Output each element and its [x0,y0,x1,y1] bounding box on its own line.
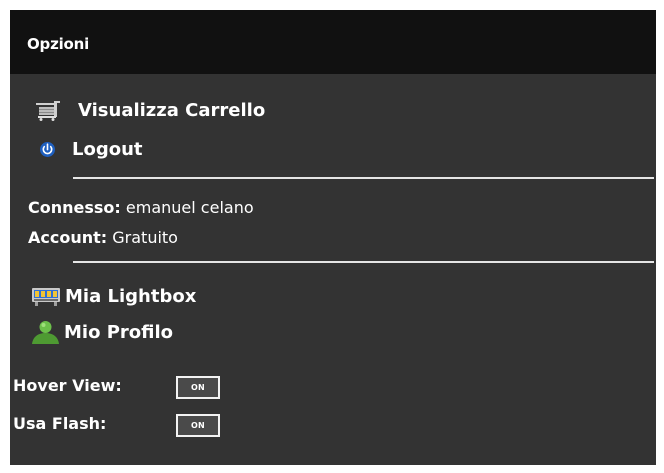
hover-view-label: Hover View: [13,376,122,395]
account-info: Account: Gratuito [28,228,178,247]
cart-icon [35,100,61,121]
divider [73,261,654,263]
logout-label: Logout [72,139,143,160]
divider [73,177,654,179]
panel-title: Opzioni [27,35,90,53]
profile-label: Mio Profilo [64,321,174,343]
use-flash-label: Usa Flash: [13,414,107,433]
lightbox-icon [32,287,60,306]
logout-link[interactable]: Logout [39,139,143,160]
options-panel: Opzioni Visualizza Carrello Logout Conne… [10,10,656,465]
connected-value: emanuel celano [125,198,254,217]
account-label: Account: [28,228,108,247]
power-icon [39,141,56,158]
profile-link[interactable]: Mio Profilo [31,320,173,344]
hover-view-state: ON [178,378,218,397]
user-icon [31,320,60,344]
panel-header: Opzioni [10,10,656,74]
hover-view-toggle[interactable]: ON [176,376,220,399]
account-value: Gratuito [112,228,178,247]
use-flash-state: ON [178,416,218,435]
lightbox-label: Mia Lightbox [65,286,197,307]
view-cart-link[interactable]: Visualizza Carrello [35,100,265,121]
connected-info: Connesso: emanuel celano [28,198,254,217]
view-cart-label: Visualizza Carrello [78,100,266,121]
use-flash-toggle[interactable]: ON [176,414,220,437]
lightbox-link[interactable]: Mia Lightbox [32,286,196,307]
connected-label: Connesso: [28,198,121,217]
